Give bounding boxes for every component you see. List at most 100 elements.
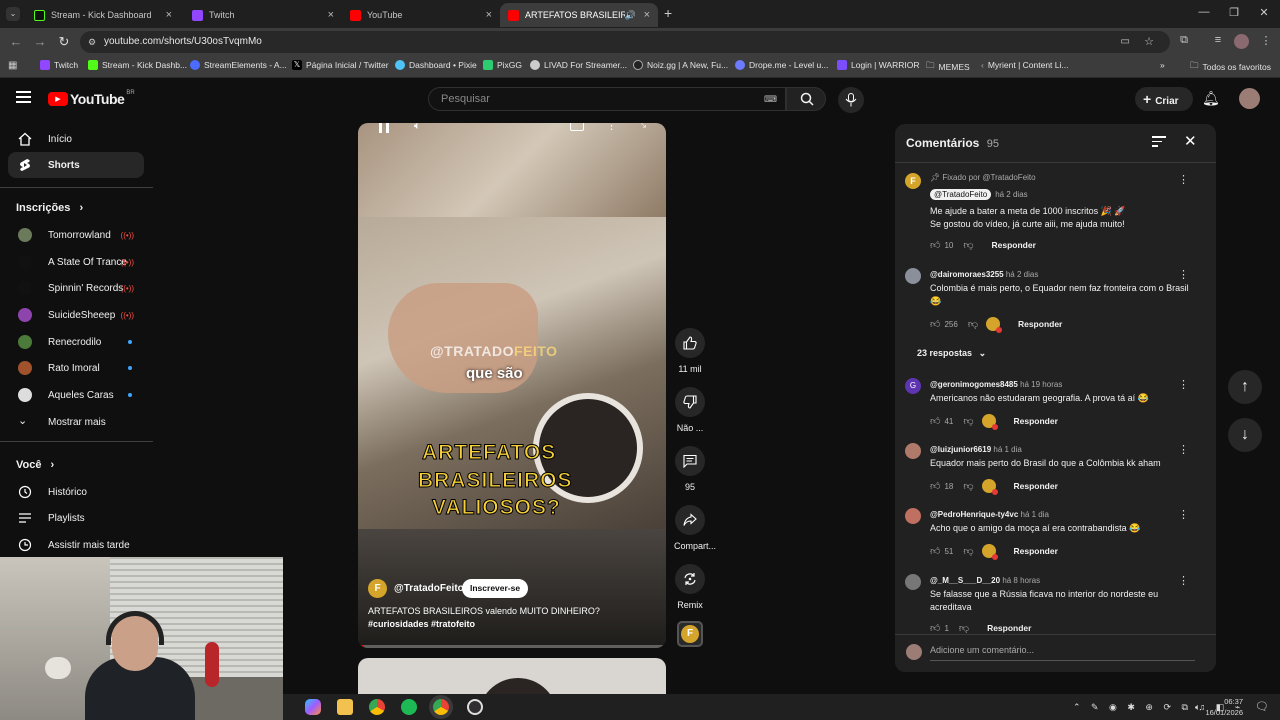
create-button[interactable]: + Criar [1135,87,1193,111]
reload-button[interactable]: ↻ [56,34,72,50]
search-button[interactable] [786,87,826,111]
channel-avatar[interactable]: F [368,579,387,598]
subscribe-button[interactable]: Inscrever-se [462,579,529,598]
tray-chevron-icon[interactable]: ⌃ [1073,702,1081,713]
close-icon[interactable]: × [328,9,334,21]
more-bookmarks-icon[interactable]: » [1160,60,1165,70]
dislike-icon[interactable]: 👎︎ [963,415,973,427]
sidebar-item-playlists[interactable]: Playlists [8,505,144,531]
dislike-icon[interactable]: 👎︎ [963,239,973,251]
close-icon[interactable]: × [486,9,492,21]
comment-author[interactable]: @_M__S___D__20 [930,576,1000,585]
voice-search-button[interactable] [838,87,864,113]
more-options-icon[interactable]: ⋮ [1178,268,1189,281]
sidebar-item-home[interactable]: Início [8,126,144,152]
sidebar-item-subscription[interactable]: Spinnin' Records ((•)) [8,275,144,301]
more-options-icon[interactable]: ⋮ [1178,574,1189,587]
close-icon[interactable]: × [644,9,650,21]
add-comment-input[interactable]: Adicione um comentário... [930,645,1195,661]
avatar[interactable] [905,443,921,459]
all-bookmarks-folder[interactable]: 🗀 Todos os favoritos [1190,60,1271,74]
sidebar-item-subscription[interactable]: Aqueles Caras [8,382,144,408]
notifications-icon[interactable]: 🔔︎ [1202,90,1220,107]
comment-time[interactable]: há 1 dia [1021,510,1049,519]
new-tab-button[interactable]: + [664,5,672,21]
fullscreen-icon[interactable]: ⤡ [638,123,646,130]
obs-icon[interactable] [467,699,483,715]
notification-center-icon[interactable]: 🗨︎ [1255,700,1269,713]
reply-button[interactable]: Responder [1018,319,1062,329]
sidebar-item-subscription[interactable]: A State Of Trance ((•)) [8,249,144,275]
sidebar-item-history[interactable]: Histórico [8,479,144,505]
avatar[interactable] [905,508,921,524]
volume-icon[interactable]: 🔈︎ [414,123,421,133]
reply-button[interactable]: Responder [992,240,1036,250]
volume-tray-icon[interactable]: 🔈︎ [1195,702,1200,713]
previous-short-button[interactable]: ↑ [1228,370,1262,404]
like-button[interactable]: 11 mil [674,328,706,374]
bookmark-item[interactable]: Stream - Kick Dashb... [88,60,187,70]
browser-tab-twitch[interactable]: Twitch × [184,3,342,27]
like-icon[interactable]: 👍︎ [930,622,940,634]
bookmark-item[interactable]: PixGG [483,60,522,70]
account-avatar[interactable] [1239,88,1260,109]
browser-tab-kick[interactable]: Stream - Kick Dashboard × [26,3,180,27]
clock[interactable]: 06:37 16/01/2026 [1203,696,1243,718]
sidebar-item-subscription[interactable]: Rato Imoral [8,355,144,381]
keyboard-icon[interactable]: ⌨ [764,88,777,110]
bookmark-item[interactable]: Twitch [40,60,78,70]
more-options-icon[interactable]: ⋮ [606,123,617,132]
shorts-video-player[interactable]: 🔈︎ ⋮ ⤡ @TRATADOFEITO que são ARTEFATOS B… [358,123,666,648]
remix-button[interactable]: Remix [674,564,706,610]
next-short-preview[interactable] [358,658,666,698]
speaker-icon[interactable]: 🔊 [625,10,636,21]
bookmark-item[interactable]: Dashboard • Pixie [395,60,477,70]
browser-tab-youtube[interactable]: YouTube × [342,3,500,27]
hashtag-link[interactable]: #curiosidades [368,619,429,629]
bookmark-item[interactable]: LIVAD For Streamer... [530,60,627,70]
view-replies-button[interactable]: 23 respostas ⌄ [917,348,986,359]
profile-avatar[interactable] [1234,34,1249,49]
comment-author[interactable]: @PedroHenrique-ty4vc [930,510,1018,519]
dislike-icon[interactable]: 👎︎ [963,545,973,557]
avatar[interactable]: G [905,378,921,394]
avatar[interactable]: F [905,173,921,189]
copilot-icon[interactable] [305,699,321,715]
comment-author[interactable]: @dairomoraes3255 [930,270,1004,279]
menu-icon[interactable]: ⋮ [1258,34,1274,47]
sidebar-item-shorts[interactable]: Shorts [8,152,144,178]
like-icon[interactable]: 👍︎ [930,318,940,330]
bookmark-star-icon[interactable]: ☆ [1144,31,1154,53]
cast-icon[interactable]: ▭ [1121,31,1130,53]
pause-icon[interactable] [376,123,394,137]
search-input[interactable]: Pesquisar ⌨ [428,87,786,111]
hashtag-link[interactable]: #tratofeito [431,619,475,629]
like-icon[interactable]: 👍︎ [930,545,940,557]
chrome-icon[interactable] [369,699,385,715]
site-info-icon[interactable]: ⚙ [88,31,96,53]
reply-button[interactable]: Responder [1014,546,1058,556]
minimize-button[interactable]: — [1194,6,1214,18]
bookmark-item[interactable]: Noiz.gg | A New, Fu... [633,60,728,70]
channel-name[interactable]: @TratadoFeito [394,583,464,594]
reply-button[interactable]: Responder [987,623,1031,633]
share-button[interactable]: Compart... [674,505,716,551]
apps-icon[interactable]: ▦ [8,60,17,71]
close-icon[interactable]: × [166,9,172,21]
reply-button[interactable]: Responder [1014,416,1058,426]
chrome-active-icon[interactable] [433,699,449,715]
bookmark-folder[interactable]: 🗀 MEMES [926,60,970,74]
sort-icon[interactable] [1152,136,1166,147]
audio-source-thumbnail[interactable]: F [677,621,703,647]
forward-button[interactable]: → [32,34,48,49]
comment-author[interactable]: @geronimogomes8485 [930,380,1018,389]
bookmark-item[interactable]: Drope.me - Level u... [735,60,828,70]
spotify-icon[interactable] [401,699,417,715]
sidebar-item-watch-later[interactable]: Assistir mais tarde [8,532,144,558]
comment-time[interactable]: há 8 horas [1002,576,1040,585]
url-field[interactable]: ⚙ youtube.com/shorts/U30osTvqmMo ▭ ☆ [80,31,1170,53]
like-icon[interactable]: 👍︎ [930,239,940,251]
youtube-logo[interactable]: ▶ YouTube BR [48,90,135,107]
sidebar-item-subscription[interactable]: Tomorrowland ((•)) [8,222,144,248]
comments-button[interactable]: 95 [674,446,706,492]
